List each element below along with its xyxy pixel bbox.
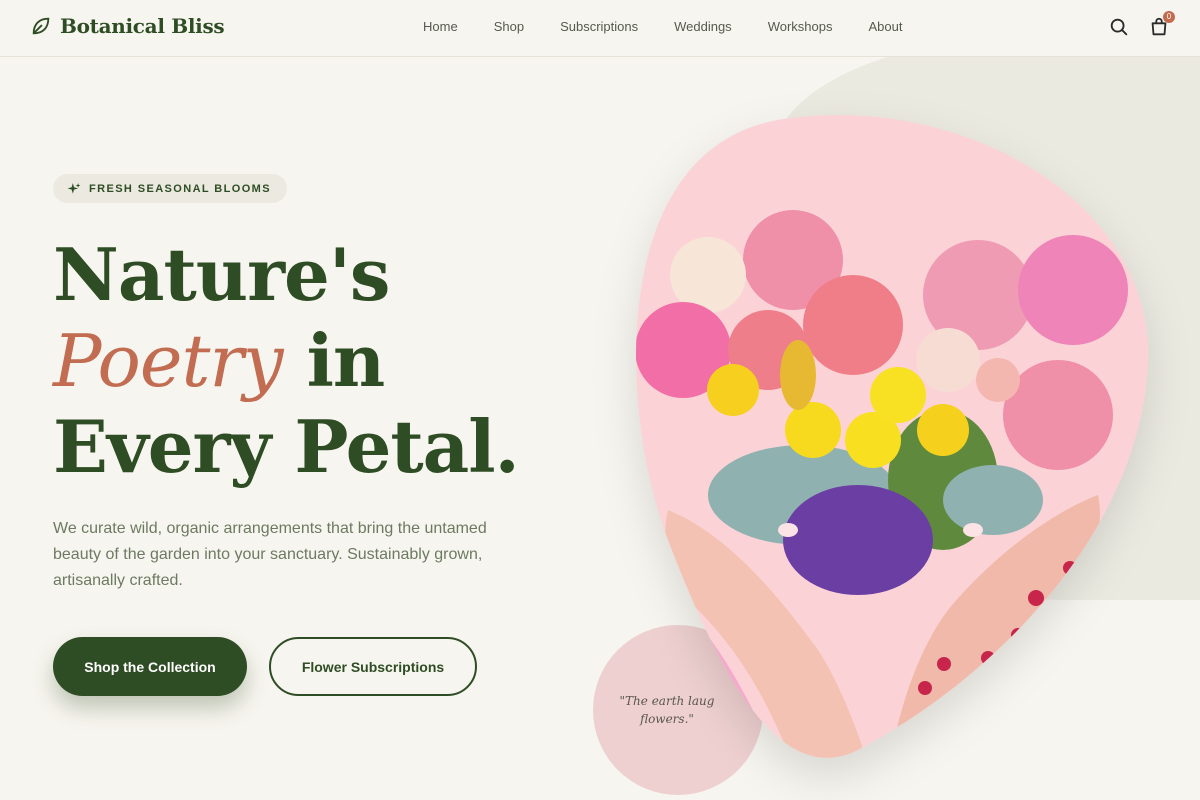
brand-logo[interactable]: Botanical Bliss <box>30 14 225 38</box>
hero-description: We curate wild, organic arrangements tha… <box>53 520 487 589</box>
seasonal-badge: FRESH SEASONAL BLOOMS <box>53 174 287 203</box>
headline-line-1: Nature's <box>53 232 390 317</box>
search-button[interactable] <box>1108 16 1130 38</box>
hero-headline: Nature's Poetry in Every Petal. <box>53 232 520 490</box>
brand-name: Botanical Bliss <box>60 14 225 38</box>
main-nav: Home Shop Subscriptions Weddings Worksho… <box>405 19 920 34</box>
headline-line-2-rest: in <box>282 318 386 403</box>
badge-label: FRESH SEASONAL BLOOMS <box>89 182 271 195</box>
page: Botanical Bliss Home Shop Subscriptions … <box>0 0 1200 800</box>
nav-link-shop[interactable]: Shop <box>494 19 524 34</box>
nav-actions: 0 <box>1108 11 1175 38</box>
hero-flower-image <box>636 115 1149 758</box>
sparkle-icon <box>67 182 81 194</box>
nav-link-workshops[interactable]: Workshops <box>768 19 833 34</box>
cart-count-badge: 0 <box>1163 11 1175 23</box>
nav-link-weddings[interactable]: Weddings <box>674 19 732 34</box>
headline-line-3: Every Petal. <box>53 404 520 489</box>
headline-accent-word: Poetry <box>53 319 284 403</box>
nav-link-about[interactable]: About <box>868 19 902 34</box>
cart-button[interactable]: 0 <box>1148 11 1175 38</box>
leaf-icon <box>32 17 50 35</box>
search-icon <box>1110 18 1128 36</box>
flower-subscriptions-button[interactable]: Flower Subscriptions <box>269 637 477 696</box>
top-navbar: Botanical Bliss Home Shop Subscriptions … <box>0 0 1200 57</box>
nav-link-subscriptions[interactable]: Subscriptions <box>560 19 638 34</box>
shop-collection-button[interactable]: Shop the Collection <box>53 637 247 696</box>
nav-link-home[interactable]: Home <box>423 19 458 34</box>
